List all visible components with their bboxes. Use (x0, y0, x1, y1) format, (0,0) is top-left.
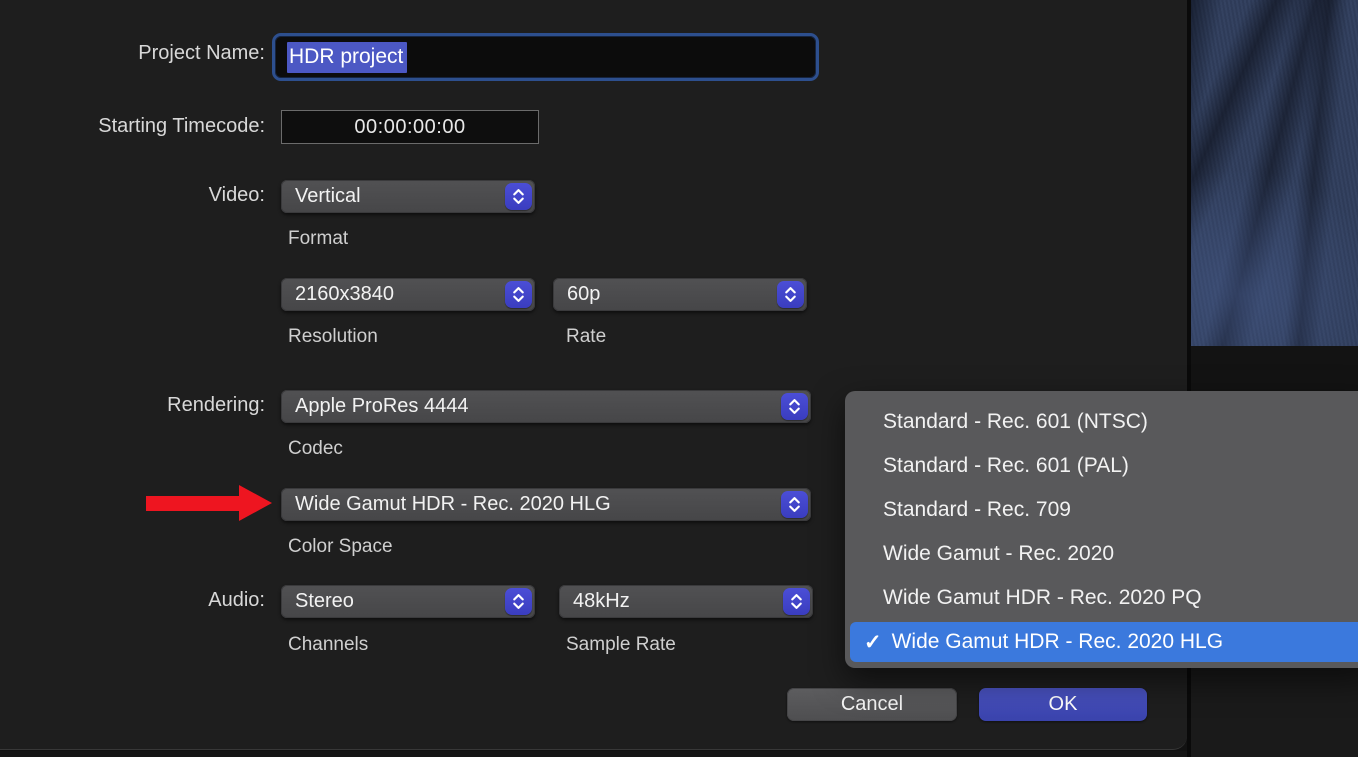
codec-dropdown[interactable]: Apple ProRes 4444 (281, 390, 811, 423)
color-space-dropdown[interactable]: Wide Gamut HDR - Rec. 2020 HLG (281, 488, 811, 521)
codec-value: Apple ProRes 4444 (295, 395, 468, 418)
chevron-up-down-icon (781, 393, 808, 420)
red-arrow-icon (239, 485, 272, 521)
starting-timecode-label: Starting Timecode: (0, 115, 265, 138)
resolution-value: 2160x3840 (295, 283, 394, 306)
rate-caption: Rate (566, 326, 606, 348)
chevron-up-down-icon (783, 588, 810, 615)
format-caption: Format (288, 228, 348, 250)
timecode-value: 00:00:00:00 (354, 116, 465, 139)
channels-value: Stereo (295, 590, 354, 613)
chevron-up-down-icon (505, 183, 532, 210)
sample-rate-dropdown[interactable]: 48kHz (559, 585, 813, 618)
audio-label: Audio: (0, 589, 265, 612)
menu-item-rec601-ntsc[interactable]: Standard - Rec. 601 (NTSC) (845, 400, 1358, 444)
menu-item-rec2020[interactable]: Wide Gamut - Rec. 2020 (845, 532, 1358, 576)
menu-item-rec601-pal[interactable]: Standard - Rec. 601 (PAL) (845, 444, 1358, 488)
resolution-caption: Resolution (288, 326, 378, 348)
background-dark-bar (1191, 346, 1358, 392)
rate-value: 60p (567, 283, 600, 306)
rate-dropdown[interactable]: 60p (553, 278, 807, 311)
menu-item-rec709[interactable]: Standard - Rec. 709 (845, 488, 1358, 532)
rendering-label: Rendering: (0, 394, 265, 417)
color-space-caption: Color Space (288, 536, 393, 558)
screen: Project Name: HDR project Starting Timec… (0, 0, 1358, 757)
chevron-up-down-icon (777, 281, 804, 308)
video-label: Video: (0, 184, 265, 207)
chevron-up-down-icon (781, 491, 808, 518)
color-space-menu: Standard - Rec. 601 (NTSC) Standard - Re… (845, 391, 1358, 668)
color-space-value: Wide Gamut HDR - Rec. 2020 HLG (295, 493, 611, 516)
project-name-label: Project Name: (0, 42, 265, 65)
red-arrow-icon (146, 496, 240, 511)
menu-item-rec2020-pq[interactable]: Wide Gamut HDR - Rec. 2020 PQ (845, 576, 1358, 620)
codec-caption: Codec (288, 438, 343, 460)
background-video-image (1191, 0, 1358, 346)
checkmark-icon: ✓ (864, 630, 882, 655)
sample-rate-caption: Sample Rate (566, 634, 676, 656)
project-name-field[interactable]: HDR project (272, 33, 819, 81)
selected-text: HDR project (287, 42, 407, 73)
bottom-background (0, 751, 1187, 757)
ok-button[interactable]: OK (979, 688, 1147, 721)
format-value: Vertical (295, 185, 361, 208)
chevron-up-down-icon (505, 588, 532, 615)
project-name-input[interactable]: HDR project (278, 39, 813, 75)
starting-timecode-field[interactable]: 00:00:00:00 (281, 110, 539, 144)
channels-caption: Channels (288, 634, 368, 656)
resolution-dropdown[interactable]: 2160x3840 (281, 278, 535, 311)
chevron-up-down-icon (505, 281, 532, 308)
menu-item-rec2020-hlg[interactable]: ✓ Wide Gamut HDR - Rec. 2020 HLG (850, 622, 1358, 662)
format-dropdown[interactable]: Vertical (281, 180, 535, 213)
channels-dropdown[interactable]: Stereo (281, 585, 535, 618)
sample-rate-value: 48kHz (573, 590, 630, 613)
cancel-button[interactable]: Cancel (787, 688, 957, 721)
